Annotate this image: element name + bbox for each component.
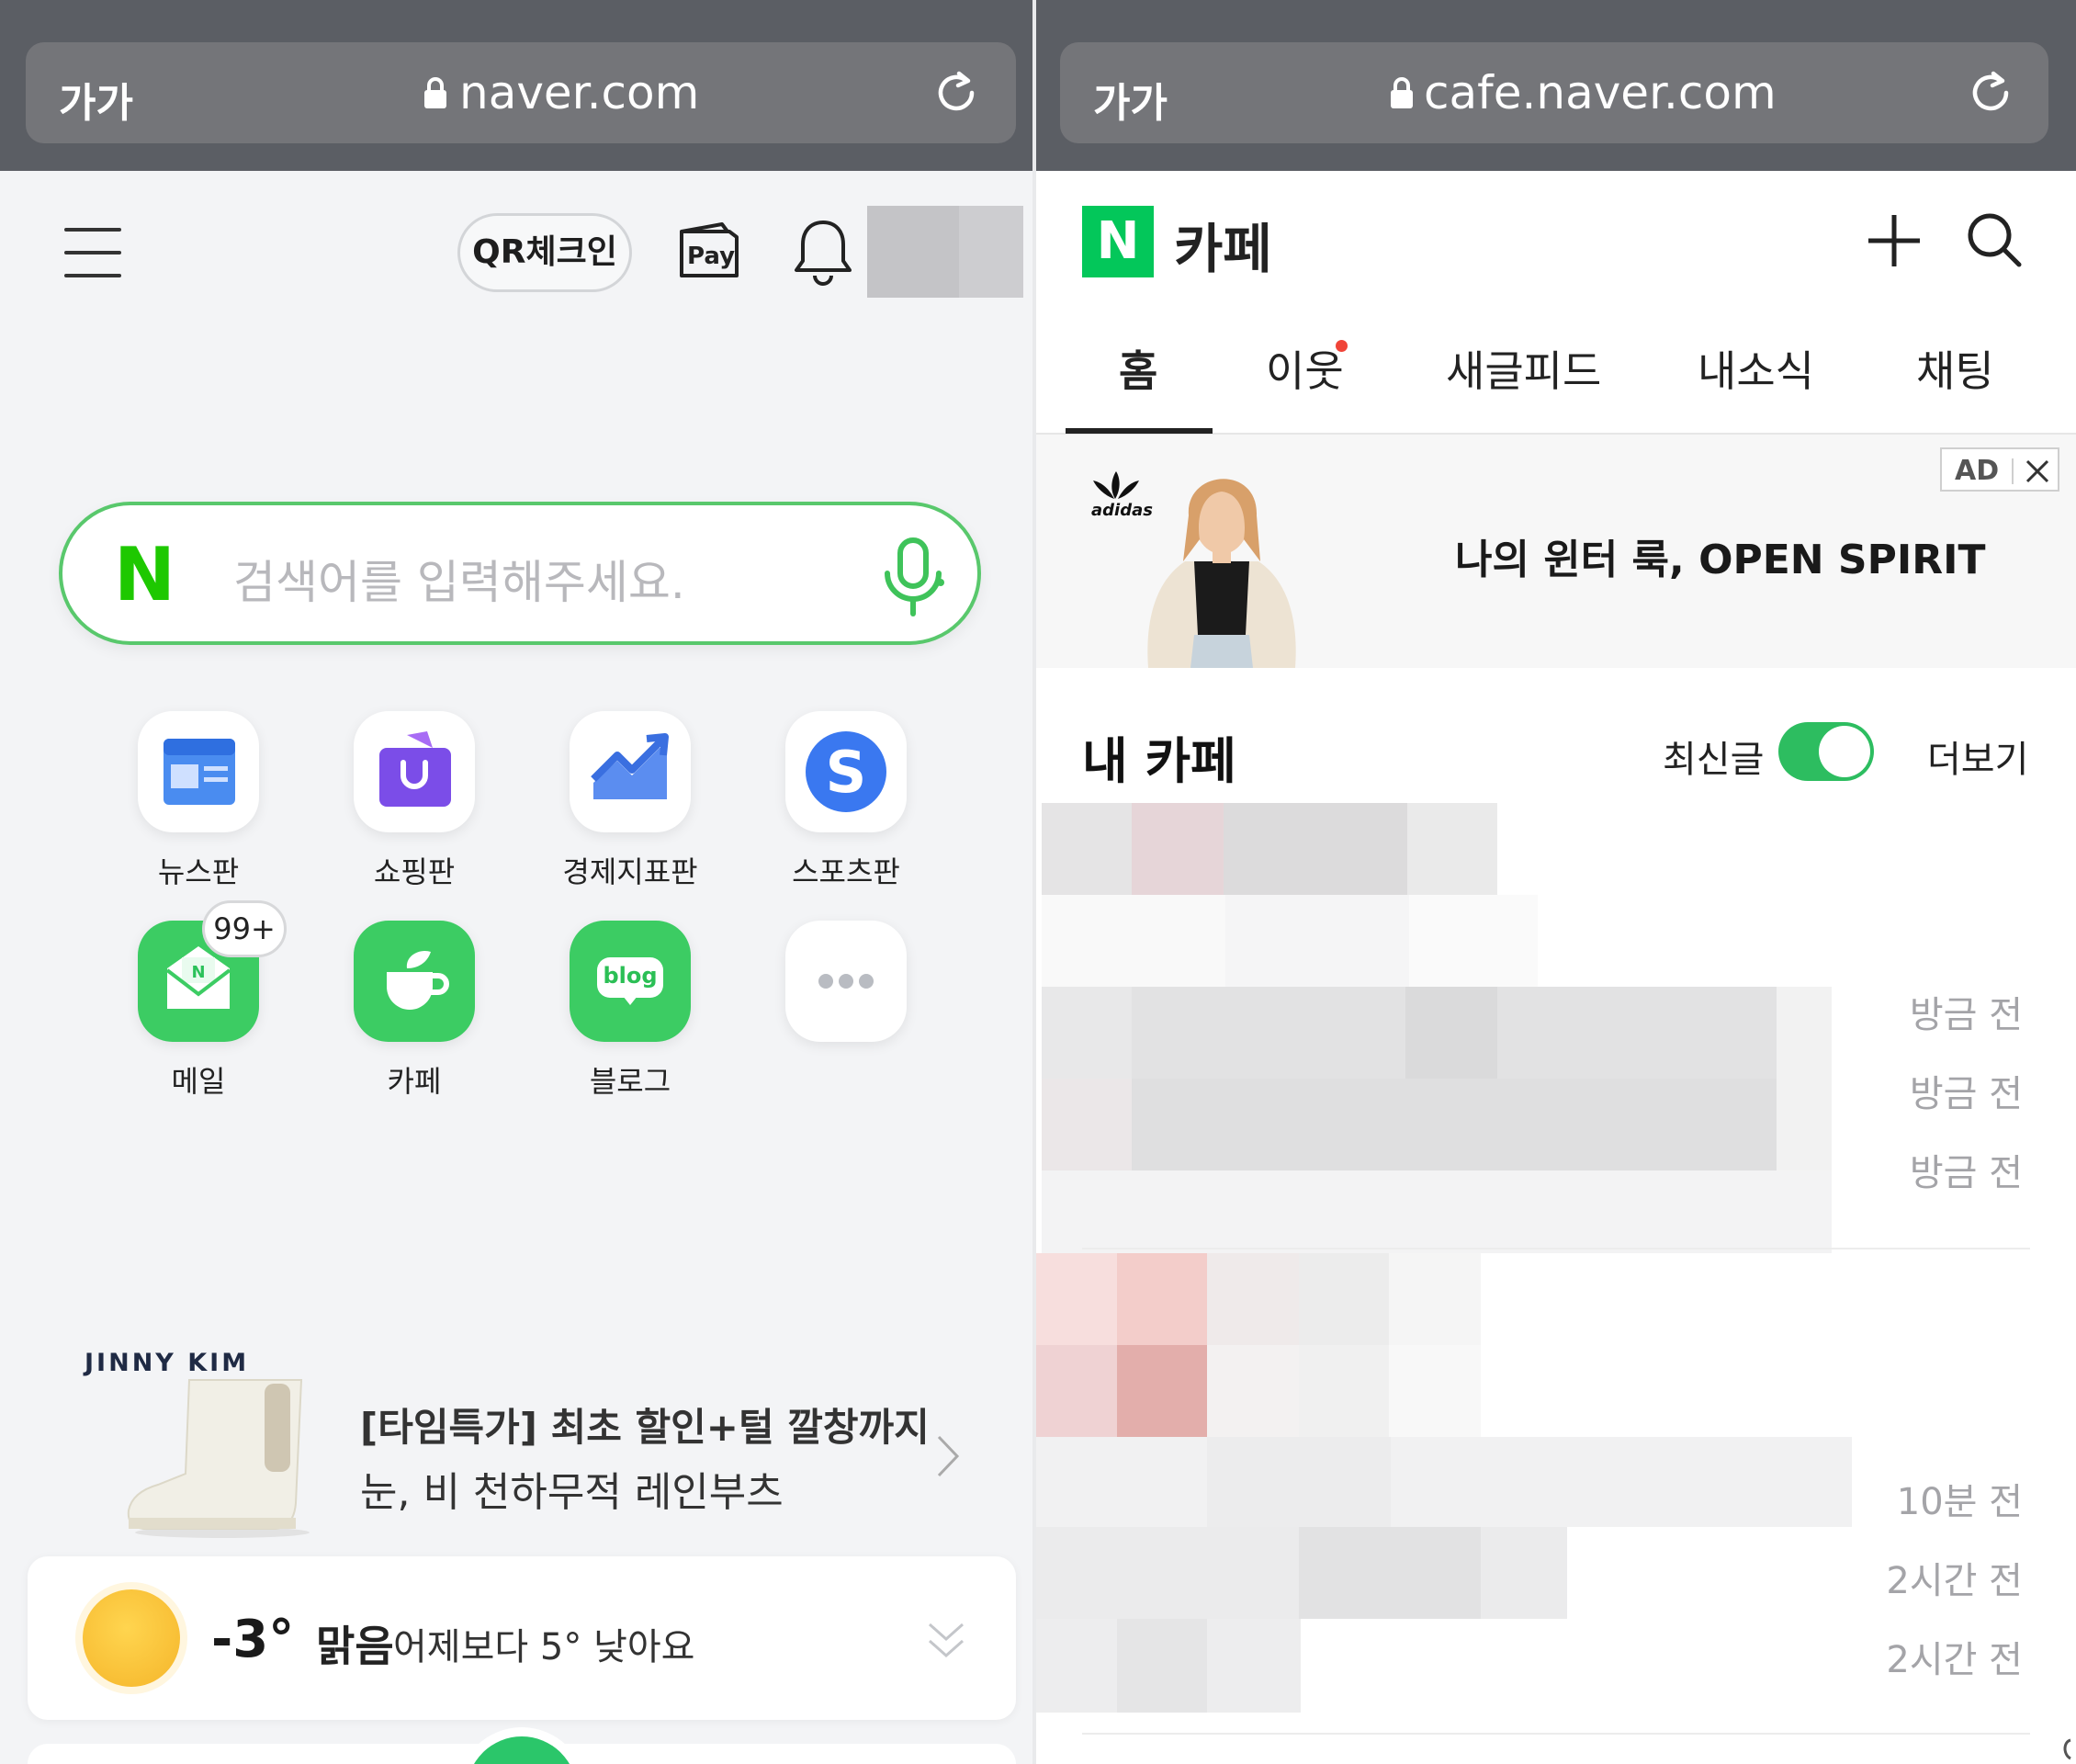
- search-box[interactable]: N 검색어를 입력해주세요.: [59, 502, 981, 645]
- chevron-right-icon[interactable]: [933, 1433, 963, 1479]
- url-text[interactable]: naver.com: [459, 66, 699, 119]
- ad-tag-divider: [2012, 458, 2014, 484]
- promo-line-1[interactable]: [타임특가] 최초 할인+털 깔창까지: [360, 1396, 930, 1453]
- plus-icon[interactable]: [1867, 213, 1922, 268]
- tab-chat[interactable]: 채팅: [1916, 338, 1994, 399]
- ad-model-image: [1147, 479, 1296, 668]
- search-placeholder[interactable]: 검색어를 입력해주세요.: [233, 546, 685, 612]
- naver-cafe-panel: 가가 cafe.naver.com N 카페 홈 이웃 새글피드 내소식 채팅 …: [1036, 0, 2076, 1764]
- app-more[interactable]: [784, 921, 908, 1042]
- reload-icon[interactable]: [931, 68, 981, 118]
- post-time: 방금 전: [1909, 1152, 2023, 1194]
- cafe-separator: [1082, 1248, 2030, 1250]
- browser-chrome: 가가 naver.com: [0, 0, 1032, 171]
- profile-blurred-2: [959, 206, 1023, 298]
- more-dots-icon: [785, 921, 907, 1042]
- text-size-button[interactable]: 가가: [1093, 70, 1168, 129]
- more-link[interactable]: 더보기: [1927, 729, 2028, 783]
- app-label: 경제지표판: [562, 854, 698, 889]
- address-bar[interactable]: 가가 cafe.naver.com: [1060, 42, 2048, 143]
- blog-icon: blog: [570, 921, 691, 1042]
- menu-icon[interactable]: [64, 228, 121, 277]
- url-text[interactable]: cafe.naver.com: [1424, 66, 1777, 119]
- app-news[interactable]: 뉴스판: [137, 711, 260, 891]
- app-economy[interactable]: 경제지표판: [562, 711, 698, 891]
- weather-card[interactable]: -3° 맑음 어제보다 5° 낮아요: [28, 1556, 1016, 1720]
- mail-count-badge: 99+: [202, 900, 287, 957]
- app-shopping[interactable]: 쇼핑판: [353, 711, 476, 891]
- post-time: 10분 전: [1896, 1481, 2023, 1523]
- ad-close-tag[interactable]: AD: [1940, 447, 2059, 492]
- cafe-cup-icon: [354, 921, 475, 1042]
- post-time: 2시간 전: [1886, 1639, 2023, 1681]
- app-label: 블로그: [589, 1064, 671, 1099]
- svg-text:N: N: [191, 963, 205, 982]
- promo-line-2[interactable]: 눈, 비 천하무적 레인부츠: [360, 1459, 784, 1518]
- app-label: 스포츠판: [792, 854, 900, 889]
- shopping-bag-icon: [354, 711, 475, 832]
- pay-button[interactable]: Pay: [676, 222, 742, 281]
- cafe-title[interactable]: 카페: [1174, 206, 1272, 283]
- app-label: 뉴스판: [157, 854, 240, 889]
- new-dot: [1336, 340, 1348, 352]
- naver-logo: N: [114, 532, 175, 617]
- cafe-separator: [1082, 1733, 2030, 1735]
- active-tab-indicator: [1066, 428, 1213, 434]
- resize-handle-icon[interactable]: [2058, 1727, 2074, 1764]
- post-time: 방금 전: [1909, 994, 2023, 1036]
- tab-home[interactable]: 홈: [1119, 338, 1157, 399]
- app-label: 메일: [171, 1064, 226, 1099]
- blurred-cafe-name[interactable]: [1042, 803, 1501, 895]
- tab-neighbors[interactable]: 이웃: [1266, 338, 1344, 399]
- app-cafe[interactable]: 카페: [353, 921, 476, 1101]
- close-icon[interactable]: [2025, 458, 2050, 484]
- blog-icon-text: blog: [603, 963, 658, 989]
- text-size-button[interactable]: 가가: [59, 70, 133, 129]
- browser-chrome: 가가 cafe.naver.com: [1036, 0, 2076, 171]
- lock-icon: [424, 77, 446, 108]
- naver-home-panel: 가가 naver.com QR체크인 Pay N 검색어를 입력해주세요. 뉴스…: [0, 0, 1032, 1764]
- sun-icon: [83, 1589, 180, 1687]
- app-blog[interactable]: blog 블로그: [569, 921, 692, 1101]
- chart-trend-icon: [570, 711, 691, 832]
- address-bar[interactable]: 가가 naver.com: [26, 42, 1016, 143]
- search-icon[interactable]: [1966, 211, 2023, 268]
- qr-checkin-button[interactable]: QR체크인: [457, 213, 632, 292]
- tab-notifications[interactable]: 내소식: [1698, 338, 1814, 399]
- reload-icon[interactable]: [1966, 68, 2015, 118]
- app-label: 카페: [387, 1064, 442, 1099]
- svg-text:S: S: [826, 739, 867, 806]
- blurred-cafe-thumbnail[interactable]: [1036, 1253, 1595, 1437]
- post-time: 2시간 전: [1886, 1560, 2023, 1602]
- pay-label: Pay: [687, 243, 736, 270]
- tab-new-feed[interactable]: 새글피드: [1446, 338, 1601, 399]
- app-sports[interactable]: S 스포츠판: [784, 711, 908, 891]
- microphone-icon[interactable]: [878, 537, 948, 617]
- latest-label: 최신글: [1663, 739, 1765, 781]
- double-chevron-down-icon[interactable]: [924, 1615, 968, 1667]
- naver-logo[interactable]: N: [1082, 206, 1154, 277]
- blurred-post-list-2[interactable]: [1036, 1437, 1852, 1713]
- weather-condition: 맑음: [316, 1622, 394, 1671]
- latest-toggle[interactable]: [1778, 722, 1874, 781]
- weather-compare: 어제보다 5° 낮아요: [393, 1626, 695, 1668]
- blurred-cafe-sub: [1042, 895, 1538, 987]
- post-time: 방금 전: [1909, 1073, 2023, 1115]
- news-icon: [138, 711, 259, 832]
- sports-s-icon: S: [785, 711, 907, 832]
- ad-banner[interactable]: adidas 나의 윈터 룩, OPEN SPIRIT AD: [1036, 435, 2076, 668]
- ad-label: AD: [1955, 455, 2000, 487]
- lock-icon: [1391, 77, 1413, 108]
- my-cafe-title: 내 카페: [1082, 732, 1236, 790]
- ad-headline[interactable]: 나의 윈터 룩, OPEN SPIRIT: [1455, 526, 1986, 585]
- bell-icon[interactable]: [792, 217, 854, 287]
- rain-boot-image: [127, 1379, 310, 1538]
- blurred-post-list[interactable]: [1042, 987, 1832, 1253]
- temperature: -3°: [211, 1610, 295, 1669]
- profile-blurred[interactable]: [867, 206, 959, 298]
- app-label: 쇼핑판: [373, 854, 456, 889]
